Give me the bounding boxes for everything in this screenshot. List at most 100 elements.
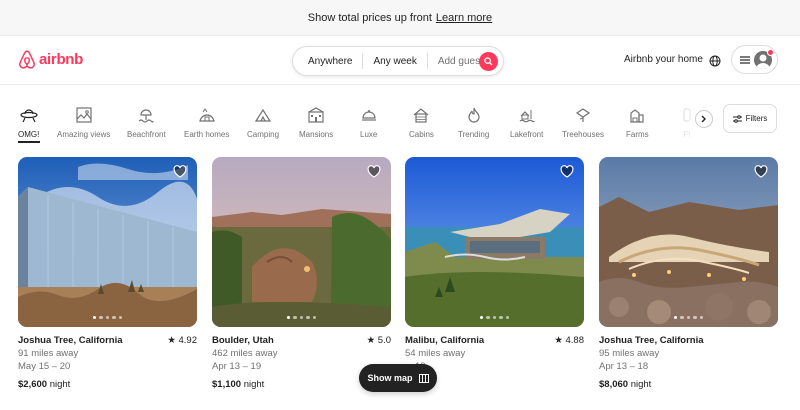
listing-dates: May 15 – 20 — [18, 361, 71, 372]
show-map-label: Show map — [367, 373, 413, 383]
listing-rating: ★ 4.92 — [167, 335, 198, 346]
category-trending[interactable]: Trending — [458, 105, 489, 139]
category-label: Lakefront — [510, 130, 544, 139]
search-when[interactable]: Any week — [363, 56, 426, 67]
listing-distance: 54 miles away — [405, 348, 466, 359]
notification-dot — [767, 49, 774, 56]
category-lakefront[interactable]: Lakefront — [510, 105, 543, 139]
listing-dates: Apr 13 – 18 — [599, 361, 649, 372]
category-treehouses[interactable]: Treehouses — [562, 105, 604, 139]
tent-icon — [255, 105, 271, 125]
listing-rating: ★ 4.88 — [554, 335, 585, 346]
category-label: Trending — [458, 130, 490, 139]
menu-icon — [740, 55, 750, 64]
filter-sliders-icon — [732, 114, 742, 123]
listing-location: Boulder, Utah — [212, 335, 274, 346]
photo-dots — [599, 315, 778, 319]
category-next-button[interactable] — [695, 110, 713, 128]
category-label: Cabins — [409, 130, 434, 139]
beach-icon — [138, 105, 154, 125]
listing-info: Joshua Tree, California 95 miles away Ap… — [599, 334, 778, 391]
listing-rating: ★ 5.0 — [366, 335, 391, 346]
search-icon — [484, 57, 493, 66]
host-link[interactable]: Airbnb your home — [624, 54, 703, 65]
category-label: Luxe — [360, 130, 378, 139]
active-underline — [17, 141, 40, 143]
heart-icon[interactable] — [367, 165, 381, 183]
category-camping[interactable]: Camping — [247, 105, 279, 139]
listing-photo[interactable] — [18, 157, 197, 327]
cabin-icon — [413, 105, 429, 125]
price-banner: Show total prices up front Learn more — [0, 0, 800, 36]
rating-value: 4.92 — [178, 335, 198, 346]
category-label: Amazing views — [57, 130, 111, 139]
heart-icon[interactable] — [754, 165, 768, 183]
category-label: Mansions — [299, 130, 334, 139]
ufo-icon — [20, 105, 38, 125]
logo-text: airbnb — [39, 51, 84, 68]
listing-photo[interactable] — [212, 157, 391, 327]
category-omg[interactable]: OMG! — [17, 105, 40, 143]
rating-value: 4.88 — [565, 335, 585, 346]
search-button[interactable] — [479, 52, 498, 71]
search-bar[interactable]: Anywhere Any week Add guests — [292, 46, 504, 76]
learn-more-link[interactable]: Learn more — [436, 12, 492, 24]
globe-icon[interactable] — [709, 54, 721, 72]
lake-icon — [519, 105, 535, 125]
header: airbnb Anywhere Any week Add guests Airb… — [0, 36, 800, 85]
category-luxe[interactable]: Luxe — [360, 105, 377, 139]
listing-photo[interactable] — [599, 157, 778, 327]
earth-home-icon — [198, 105, 215, 125]
heart-icon[interactable] — [173, 165, 187, 183]
show-map-button[interactable]: Show map — [359, 364, 437, 392]
banner-text: Show total prices up front — [307, 11, 432, 24]
category-farms[interactable]: Farms — [626, 105, 649, 139]
listing-distance: 91 miles away — [18, 348, 79, 359]
price-value: $2,600 — [18, 379, 48, 390]
category-label: OMG! — [18, 130, 40, 139]
flame-icon — [467, 105, 481, 125]
luxe-icon — [361, 105, 377, 125]
user-menu-button[interactable] — [731, 45, 778, 74]
listing-price: $2,600 night — [18, 378, 197, 391]
heart-icon[interactable] — [560, 165, 574, 183]
framed-view-icon — [76, 105, 92, 125]
chevron-right-icon — [701, 115, 706, 123]
listing-card[interactable]: Boulder, Utah ★ 5.0 462 miles away Apr 1… — [212, 157, 391, 391]
photo-dots — [405, 315, 584, 319]
filters-button[interactable]: Filters — [723, 104, 777, 133]
category-mansions[interactable]: Mansions — [299, 105, 333, 139]
listing-distance: 95 miles away — [599, 348, 660, 359]
price-unit: night — [49, 379, 71, 390]
listing-distance: 462 miles away — [212, 348, 278, 359]
treehouse-icon — [575, 105, 591, 125]
category-amazing-views[interactable]: Amazing views — [57, 105, 110, 139]
map-icon — [418, 373, 429, 383]
search-where[interactable]: Anywhere — [293, 56, 362, 67]
category-beachfront[interactable]: Beachfront — [127, 105, 166, 139]
price-value: $1,100 — [212, 379, 242, 390]
category-label: Camping — [247, 130, 280, 139]
category-label: Farms — [626, 130, 649, 139]
listing-photo[interactable] — [405, 157, 584, 327]
airbnb-logo-icon — [19, 50, 35, 69]
rating-value: 5.0 — [377, 335, 391, 346]
listing-card[interactable]: Joshua Tree, California 95 miles away Ap… — [599, 157, 778, 391]
barn-icon — [629, 105, 645, 125]
filters-label: Filters — [745, 114, 768, 123]
category-label: Earth homes — [184, 130, 230, 139]
listing-card[interactable]: Joshua Tree, California ★ 4.92 91 miles … — [18, 157, 197, 391]
category-label: Treehouses — [562, 130, 604, 139]
category-earth-homes[interactable]: Earth homes — [184, 105, 229, 139]
price-unit: night — [243, 379, 265, 390]
airbnb-logo[interactable]: airbnb — [18, 50, 83, 69]
photo-dots — [212, 315, 391, 319]
mansion-icon — [308, 105, 324, 125]
price-unit: night — [630, 379, 652, 390]
photo-dots — [18, 315, 197, 319]
listing-card[interactable]: Malibu, California ★ 4.88 54 miles away … — [405, 157, 584, 373]
listing-location: Joshua Tree, California — [599, 335, 704, 346]
listing-price: $8,060 night — [599, 378, 778, 391]
listing-info: Joshua Tree, California ★ 4.92 91 miles … — [18, 334, 197, 391]
category-cabins[interactable]: Cabins — [409, 105, 434, 139]
